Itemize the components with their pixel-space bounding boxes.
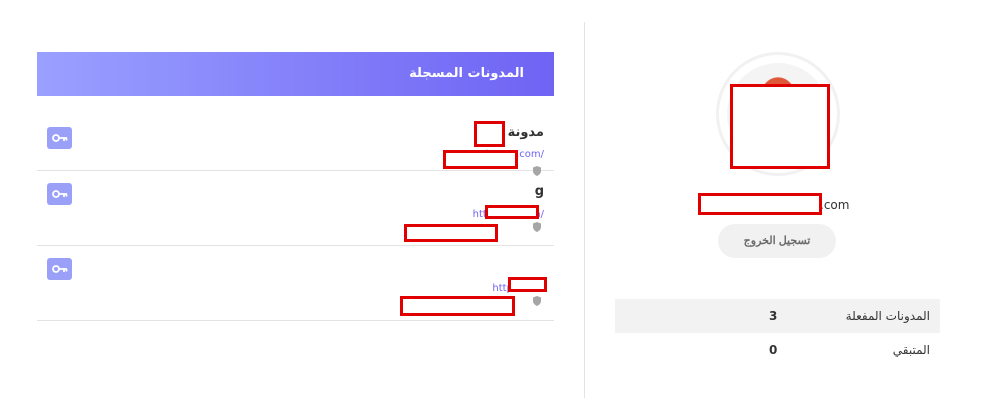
redaction-box — [730, 84, 830, 169]
key-button[interactable] — [47, 258, 72, 280]
redaction-box — [474, 121, 505, 147]
redaction-box — [508, 277, 547, 292]
panel-divider — [584, 22, 585, 398]
shield-icon — [533, 296, 541, 306]
registered-blogs-header: المدونات المسجلة — [37, 52, 554, 96]
stats-value: 3 — [769, 309, 778, 323]
blog-title: g — [534, 184, 544, 199]
stats-label: المدونات المفعلة — [845, 309, 930, 323]
key-icon — [51, 265, 67, 273]
stats-row-active-blogs: المدونات المفعلة 3 — [615, 299, 940, 333]
redaction-box — [698, 193, 822, 215]
registered-blogs-panel: المدونات المسجلة مدونة ك http:/ .com/ g … — [37, 52, 554, 321]
redaction-box — [443, 150, 518, 169]
stats-row-remaining: المتبقي 0 — [615, 333, 940, 367]
key-icon — [51, 134, 67, 142]
logout-button[interactable]: تسجيل الخروج — [718, 224, 836, 258]
key-button[interactable] — [47, 183, 72, 205]
stats-label: المتبقي — [892, 343, 930, 357]
key-button[interactable] — [47, 127, 72, 149]
redaction-box — [404, 224, 498, 242]
stats-value: 0 — [769, 343, 778, 357]
redaction-box — [400, 296, 515, 316]
shield-icon — [533, 222, 541, 232]
user-email: .com — [820, 198, 850, 212]
redaction-box — [485, 205, 539, 219]
stats-table: المدونات المفعلة 3 المتبقي 0 — [615, 299, 940, 367]
key-icon — [51, 190, 67, 198]
